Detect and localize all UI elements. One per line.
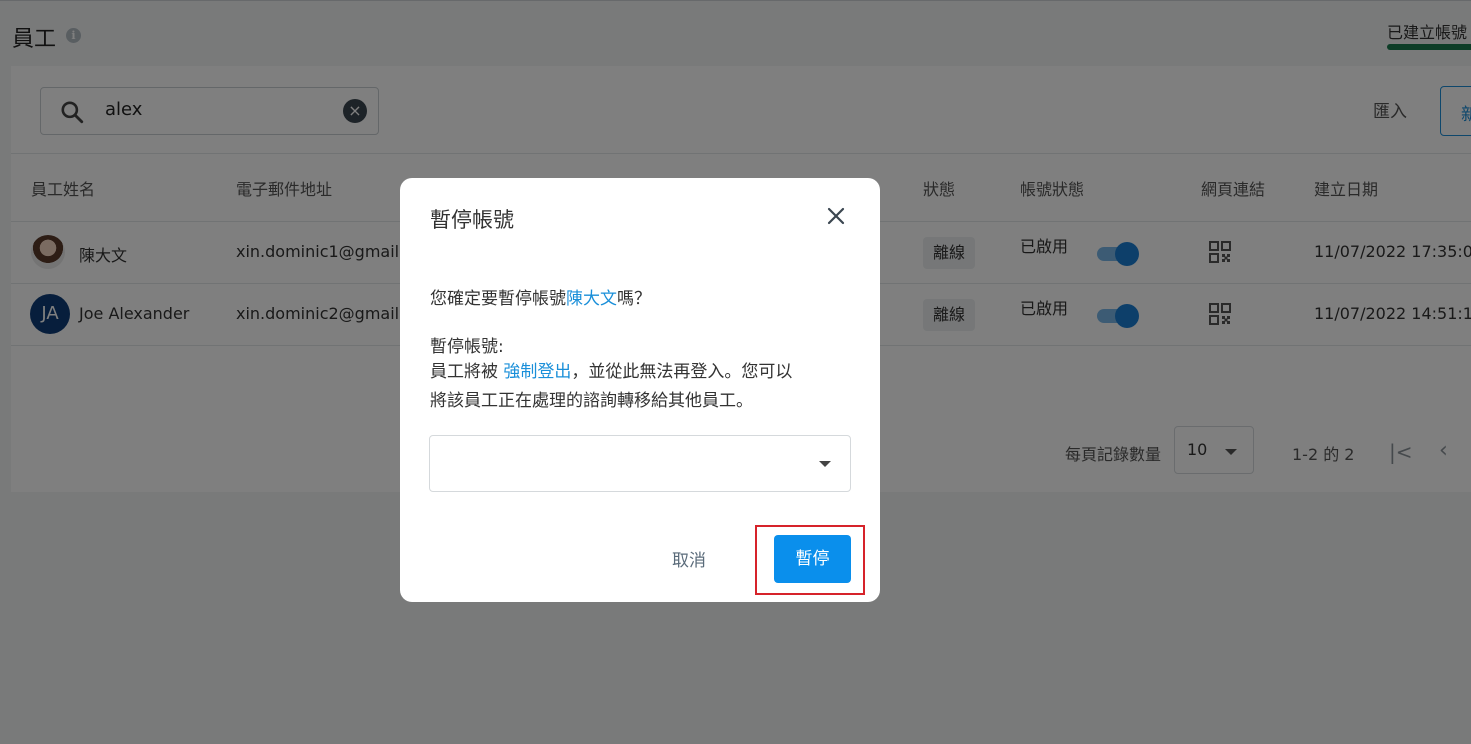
confirm-suffix: 嗎？ bbox=[617, 289, 651, 309]
transfer-employee-select[interactable] bbox=[429, 435, 851, 492]
dialog-title: 暫停帳號 bbox=[430, 208, 514, 232]
suspend-account-dialog: 暫停帳號 您確定要暫停帳號陳大文嗎？ 暫停帳號: 員工將被 強制登出，並從此無法… bbox=[400, 178, 880, 602]
note-title: 暫停帳號: bbox=[430, 337, 504, 357]
note-line2: 將該員工正在處理的諮詢轉移給其他員工。 bbox=[430, 391, 753, 411]
suspend-button[interactable]: 暫停 bbox=[774, 535, 851, 583]
confirm-employee-name: 陳大文 bbox=[566, 289, 617, 309]
chevron-down-icon bbox=[819, 461, 831, 467]
note-line1-suffix: ，並從此無法再登入。您可以 bbox=[571, 362, 793, 382]
confirm-message: 您確定要暫停帳號陳大文嗎？ bbox=[430, 284, 651, 309]
cancel-button[interactable]: 取消 bbox=[672, 546, 706, 571]
force-logout-text: 強制登出 bbox=[503, 362, 572, 382]
note-body: 員工將被 強制登出，並從此無法再登入。您可以 將該員工正在處理的諮詢轉移給其他員… bbox=[430, 358, 850, 416]
note-line1-prefix: 員工將被 bbox=[430, 362, 504, 382]
close-icon[interactable] bbox=[826, 206, 846, 226]
confirm-prefix: 您確定要暫停帳號 bbox=[430, 289, 566, 309]
